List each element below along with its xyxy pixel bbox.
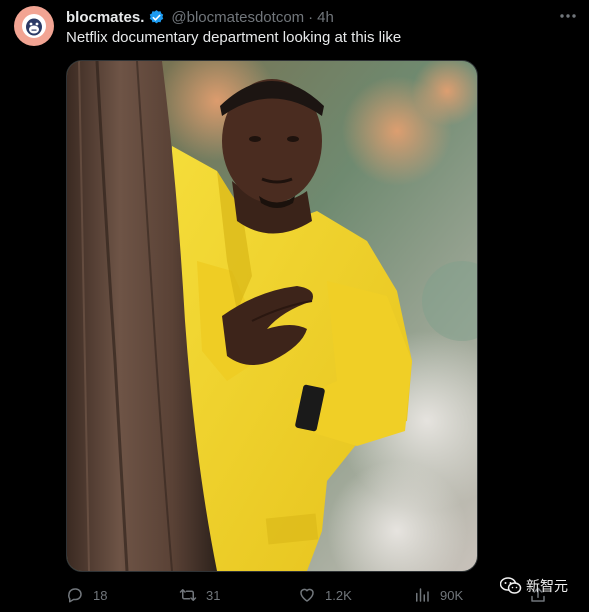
tweet-text: Netflix documentary department looking a… — [66, 29, 402, 46]
reply-count: 18 — [93, 587, 108, 603]
repost-count: 31 — [206, 587, 221, 603]
more-button[interactable] — [557, 7, 579, 25]
views-button[interactable]: 90K — [413, 582, 463, 608]
display-name[interactable]: blocmates. — [66, 9, 144, 26]
meme-photo — [67, 61, 477, 571]
reply-icon — [68, 588, 82, 603]
views-count: 90K — [440, 587, 464, 603]
wechat-logo-icon — [500, 577, 522, 594]
avatar[interactable] — [14, 6, 54, 46]
heart-icon — [300, 588, 314, 602]
watermark-text: 新智元 — [526, 578, 568, 594]
separator-dot: · — [308, 8, 314, 26]
tweet-image[interactable] — [66, 60, 478, 572]
tweet-header: blocmates. @blocmatesdotcom · 4h — [66, 8, 569, 26]
views-icon — [416, 588, 429, 602]
handle[interactable]: @blocmatesdotcom — [171, 9, 304, 26]
like-count: 1.2K — [325, 587, 352, 603]
timestamp[interactable]: 4h — [317, 9, 334, 26]
watermark: 新智元 — [500, 575, 568, 597]
more-icon — [560, 14, 576, 18]
like-button[interactable]: 1.2K — [298, 582, 352, 608]
verified-badge-icon — [148, 9, 165, 26]
reply-button[interactable]: 18 — [66, 582, 107, 608]
repost-button[interactable]: 31 — [179, 582, 220, 608]
gorilla-logo-icon — [22, 14, 46, 38]
repost-icon — [179, 589, 197, 601]
